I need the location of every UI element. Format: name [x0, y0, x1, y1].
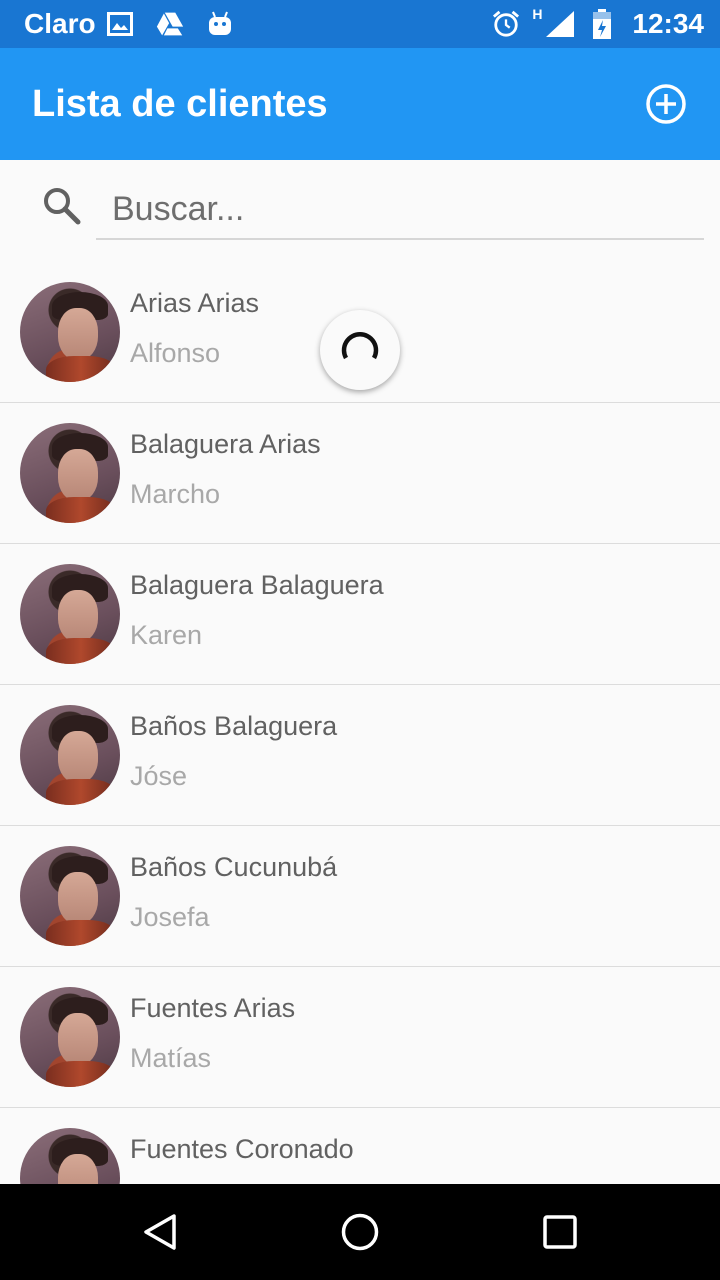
- client-last-name: Balaguera Arias: [130, 429, 321, 459]
- client-first-name: Karen: [130, 620, 203, 650]
- avatar: [20, 846, 120, 946]
- back-button[interactable]: [136, 1208, 184, 1256]
- recents-icon: [543, 1215, 577, 1249]
- signal-icon: H: [532, 6, 576, 38]
- network-type: H: [532, 6, 543, 22]
- android-icon: [206, 10, 234, 38]
- client-list: Arias Arias Alfonso Balaguera Arias Marc…: [0, 262, 720, 1184]
- list-item[interactable]: Fuentes Arias Matías: [0, 967, 720, 1108]
- list-item[interactable]: Baños Balaguera Jóse: [0, 685, 720, 826]
- client-last-name: Fuentes Coronado: [130, 1134, 354, 1164]
- status-bar: Claro H 12:34: [0, 0, 720, 48]
- navigation-bar: [0, 1184, 720, 1280]
- loading-spinner: [320, 310, 400, 390]
- list-item[interactable]: Balaguera Balaguera Karen: [0, 544, 720, 685]
- list-item[interactable]: Fuentes Coronado: [0, 1108, 720, 1184]
- avatar: [20, 282, 120, 382]
- avatar: [20, 423, 120, 523]
- app-bar: Lista de clientes: [0, 48, 720, 160]
- avatar: [20, 705, 120, 805]
- battery-charging-icon: [588, 9, 616, 39]
- client-first-name: Alfonso: [130, 338, 221, 368]
- search-bar: [0, 160, 720, 250]
- client-first-name: Matías: [130, 1043, 212, 1073]
- search-icon: [42, 186, 82, 226]
- client-last-name: Fuentes Arias: [130, 993, 296, 1023]
- add-circle-icon: [646, 84, 686, 124]
- client-first-name: Marcho: [130, 479, 221, 509]
- avatar: [20, 987, 120, 1087]
- avatar: [20, 1128, 120, 1184]
- home-button[interactable]: [336, 1208, 384, 1256]
- back-icon: [144, 1214, 176, 1250]
- client-last-name: Balaguera Balaguera: [130, 570, 384, 600]
- avatar: [20, 564, 120, 664]
- carrier-name: Claro: [24, 8, 96, 39]
- list-item[interactable]: Balaguera Arias Marcho: [0, 403, 720, 544]
- home-icon: [341, 1213, 379, 1251]
- refresh-progress-icon: [341, 332, 379, 360]
- image-icon: [106, 10, 134, 38]
- search-input[interactable]: [96, 180, 704, 240]
- add-client-button[interactable]: [644, 82, 688, 126]
- client-last-name: Baños Cucunubá: [130, 852, 338, 882]
- recents-button[interactable]: [536, 1208, 584, 1256]
- list-item[interactable]: Baños Cucunubá Josefa: [0, 826, 720, 967]
- client-last-name: Baños Balaguera: [130, 711, 338, 741]
- drive-icon: [156, 10, 184, 38]
- alarm-icon: [492, 10, 520, 38]
- client-first-name: Josefa: [130, 902, 210, 932]
- client-last-name: Arias Arias: [130, 288, 260, 318]
- client-first-name: Jóse: [130, 761, 188, 791]
- clock: 12:34: [632, 8, 704, 39]
- page-title: Lista de clientes: [32, 82, 328, 125]
